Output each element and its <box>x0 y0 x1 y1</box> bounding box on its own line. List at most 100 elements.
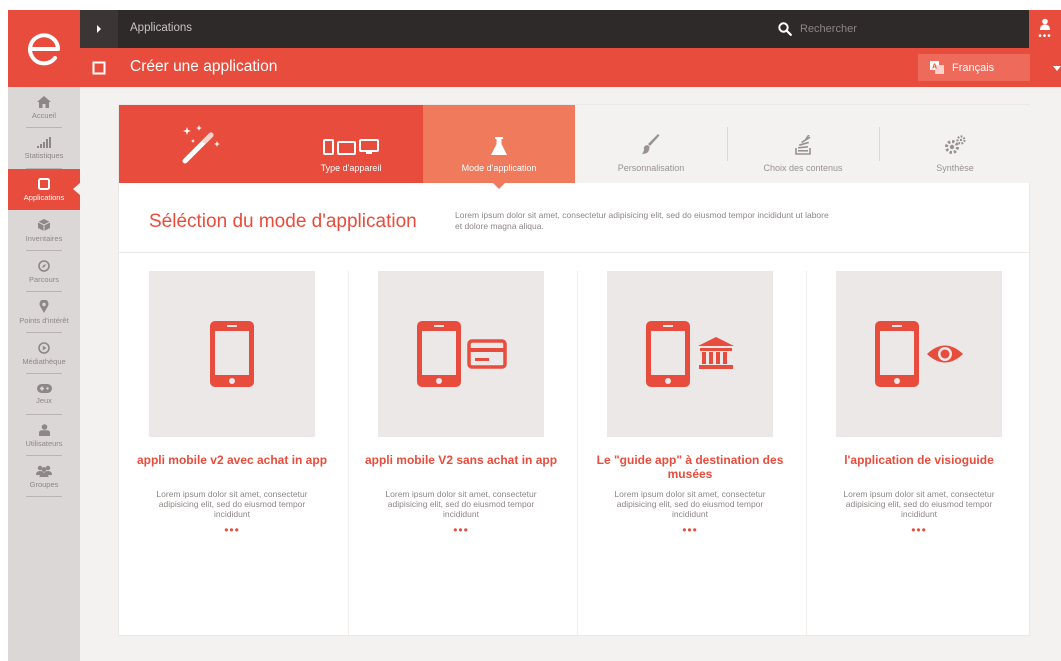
sidebar-item-label: Inventaires <box>25 233 63 243</box>
step-label: Personnalisation <box>617 163 685 173</box>
paintbrush-icon <box>642 134 660 154</box>
sidebar-item-parcours[interactable]: Parcours <box>8 251 80 292</box>
sidebar-item-mediatheque[interactable]: Médiathèque <box>8 333 80 374</box>
map-pin-icon <box>39 300 49 313</box>
card-thumbnail[interactable] <box>149 271 315 437</box>
stats-icon <box>37 137 51 148</box>
sidebar-item-groupes[interactable]: Groupes <box>8 456 80 497</box>
logo-icon <box>28 32 60 65</box>
more-button[interactable]: ••• <box>217 524 247 536</box>
sidebar-item-points-interet[interactable]: Points d'intérêt <box>8 292 80 333</box>
wizard-panel: Type d'appareil Mode d'application Perso… <box>118 104 1031 636</box>
step-personalisation[interactable]: Personnalisation <box>575 105 727 183</box>
sidebar-item-utilisateurs[interactable]: Utilisateurs <box>8 415 80 456</box>
cube-icon <box>38 218 50 231</box>
step-label: Synthèse <box>936 163 974 173</box>
compass-icon <box>38 259 50 272</box>
card-thumbnail[interactable] <box>607 271 773 437</box>
sidebar-item-label: Statistiques <box>24 151 64 160</box>
devices-icon <box>323 139 379 155</box>
user-menu-button[interactable]: ••• <box>1029 10 1061 48</box>
page-icon <box>80 48 118 87</box>
user-icon <box>1040 18 1050 30</box>
card-title: appli mobile v2 avec achat in app <box>136 453 328 467</box>
search-icon[interactable] <box>778 22 792 36</box>
sidebar: Accueil Statistiques Applications Invent… <box>8 87 80 661</box>
more-button[interactable]: ••• <box>446 524 476 536</box>
gears-icon <box>945 135 966 154</box>
sidebar-item-label: Utilisateurs <box>25 438 63 448</box>
app-frame: Applications ••• Créer une application <box>8 10 1061 661</box>
step-application-mode[interactable]: Mode d'application <box>423 105 575 189</box>
sidebar-item-label: Accueil <box>31 110 57 120</box>
active-indicator <box>73 183 80 195</box>
search-input[interactable] <box>800 23 1000 35</box>
caret-right-icon <box>97 25 101 33</box>
section-title: Séléction du mode d'application <box>149 211 417 232</box>
home-icon <box>37 95 51 108</box>
step-summary[interactable]: Synthèse <box>879 105 1031 183</box>
sidebar-item-accueil[interactable]: Accueil <box>8 87 80 128</box>
more-button[interactable]: ••• <box>904 524 934 536</box>
magic-wand-icon <box>182 125 220 164</box>
page-header-bar: Créer une application A Français <box>80 48 1061 87</box>
sidebar-item-label: Parcours <box>28 274 59 284</box>
phone-card-icon <box>417 321 507 387</box>
phone-eye-icon <box>875 321 963 387</box>
svg-text:A: A <box>932 64 937 71</box>
sidebar-item-label: Points d'intérêt <box>19 316 69 325</box>
chevron-down-icon[interactable] <box>1053 66 1061 71</box>
sidebar-toggle-button[interactable] <box>80 10 118 48</box>
card-title: Le "guide app" à destination des musées <box>596 453 784 481</box>
wizard-steps: Type d'appareil Mode d'application Perso… <box>119 105 1031 189</box>
phone-museum-icon <box>646 321 734 387</box>
card-description: Lorem ipsum dolor sit amet, consectetur … <box>156 489 308 519</box>
step-device-type[interactable]: Type d'appareil <box>279 105 423 183</box>
page-title: Créer une application <box>130 58 278 75</box>
sidebar-item-label: Applications <box>23 192 65 202</box>
divider <box>26 496 62 497</box>
translate-icon: A <box>930 61 944 74</box>
stack-icon <box>795 135 811 155</box>
sidebar-item-statistiques[interactable]: Statistiques <box>8 128 80 169</box>
sidebar-item-label: Groupes <box>29 479 59 489</box>
sidebar-item-inventaires[interactable]: Inventaires <box>8 210 80 251</box>
user-more-dots: ••• <box>1038 30 1052 42</box>
card-title: appli mobile V2 sans achat in app <box>364 453 558 467</box>
app-logo[interactable] <box>8 10 80 87</box>
step-label: Choix des contenus <box>763 163 843 173</box>
breadcrumb: Applications <box>130 22 193 34</box>
sidebar-item-jeux[interactable]: Jeux <box>8 374 80 415</box>
card-title: l'application de visioguide <box>844 453 994 467</box>
play-icon <box>38 341 50 354</box>
card-thumbnail[interactable] <box>378 271 544 437</box>
language-label: Français <box>952 61 995 74</box>
applications-icon <box>38 177 50 190</box>
language-selector[interactable]: A Français <box>918 54 1030 81</box>
mode-card-4[interactable]: l'application de visioguide Lorem ipsum … <box>806 271 1035 571</box>
mode-card-1[interactable]: appli mobile v2 avec achat in app Lorem … <box>119 271 348 571</box>
section-header: Séléction du mode d'application Lorem ip… <box>119 183 1031 253</box>
more-button[interactable]: ••• <box>675 524 705 536</box>
window-icon <box>92 61 106 74</box>
card-description: Lorem ipsum dolor sit amet, consectetur … <box>843 489 995 519</box>
card-thumbnail[interactable] <box>836 271 1002 437</box>
flask-icon <box>491 137 507 155</box>
phone-icon <box>210 321 254 387</box>
top-bar: Applications ••• <box>80 10 1061 48</box>
mode-card-2[interactable]: appli mobile V2 sans achat in app Lorem … <box>348 271 577 571</box>
step-content-choice[interactable]: Choix des contenus <box>727 105 879 183</box>
mode-card-3[interactable]: Le "guide app" à destination des musées … <box>577 271 806 571</box>
sidebar-item-label: Jeux <box>36 396 52 405</box>
section-description: Lorem ipsum dolor sit amet, consectetur … <box>455 210 829 231</box>
gamepad-icon <box>36 384 52 393</box>
sidebar-item-label: Médiathèque <box>22 356 66 366</box>
step-label: Type d'appareil <box>320 163 382 173</box>
card-description: Lorem ipsum dolor sit amet, consectetur … <box>614 489 766 519</box>
card-description: Lorem ipsum dolor sit amet, consectetur … <box>385 489 537 519</box>
step-label: Mode d'application <box>461 163 537 173</box>
group-icon <box>36 465 52 477</box>
user-icon <box>38 423 50 436</box>
search-box[interactable] <box>778 10 1028 48</box>
sidebar-item-applications[interactable]: Applications <box>8 169 80 210</box>
